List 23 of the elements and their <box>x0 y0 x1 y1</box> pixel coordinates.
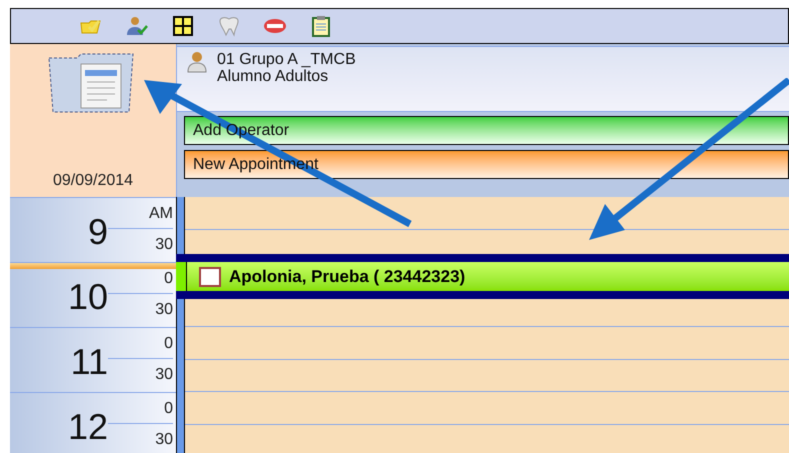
hour-label: 12 <box>66 405 108 449</box>
appointment-title: Apolonia, Prueba ( 23442323) <box>229 266 466 288</box>
minute-label: AM <box>108 198 173 229</box>
minute-label: 30 <box>155 430 173 450</box>
minute-label: 0 <box>108 393 173 424</box>
date-label: 09/09/2014 <box>52 171 134 191</box>
hour-label: 10 <box>66 275 108 319</box>
minute-label: 30 <box>155 300 173 320</box>
appointment-bar[interactable]: Apolonia, Prueba ( 23442323) <box>176 254 789 299</box>
operator-subtitle: Alumno Adultos <box>217 68 330 85</box>
minute-label: 30 <box>155 235 173 255</box>
tooth-icon[interactable] <box>217 15 241 37</box>
minute-label: 0 <box>108 328 173 359</box>
window-icon[interactable] <box>171 15 195 37</box>
hour-label: 11 <box>70 340 108 384</box>
minute-label: 30 <box>155 365 173 385</box>
clipboard-icon[interactable] <box>309 15 333 37</box>
user-icon <box>187 51 207 73</box>
user-icon[interactable] <box>125 15 149 37</box>
appointment-checkbox[interactable] <box>199 266 221 286</box>
hour-label: 9 <box>86 210 108 254</box>
operator-name: 01 Grupo A _TMCB <box>217 51 356 68</box>
status-strip <box>176 262 187 291</box>
